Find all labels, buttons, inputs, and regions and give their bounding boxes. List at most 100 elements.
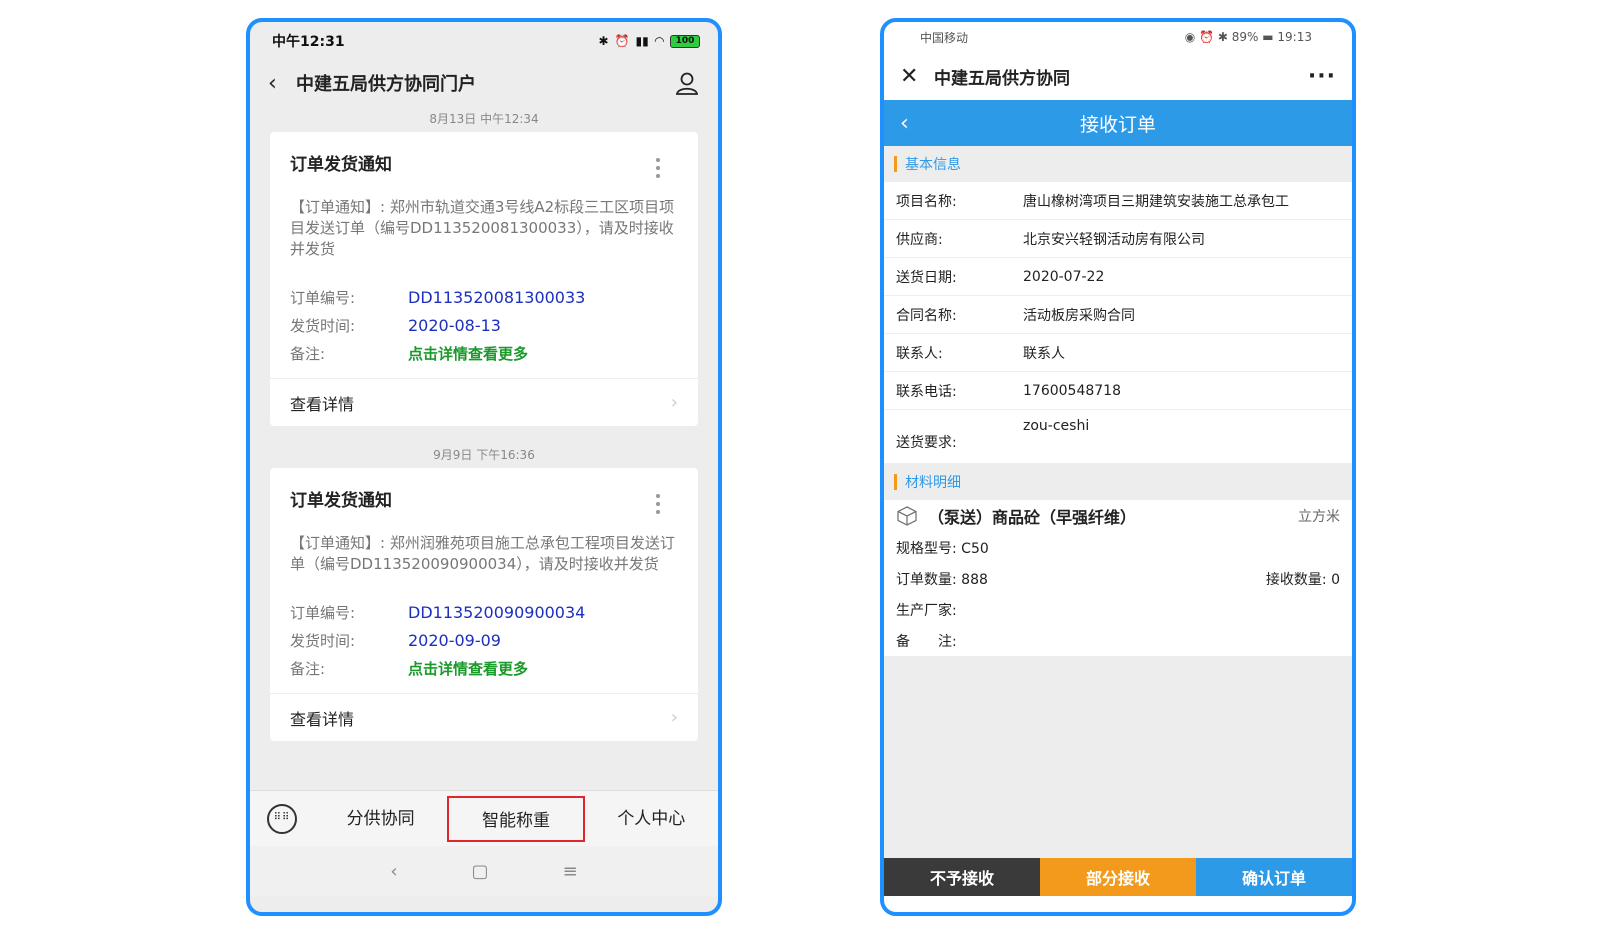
cube-icon [897,506,917,526]
info-row: 项目名称: 唐山橡树湾项目三期建筑安装施工总承包工 [884,182,1352,220]
signal-icon: ▮▮ [635,34,649,48]
view-details-link[interactable]: 查看详情 › [270,693,698,741]
info-label: 供应商: [896,231,943,248]
info-row: 合同名称: 活动板房采购合同 [884,296,1352,334]
menu-item-personal-center[interactable]: 个人中心 [585,796,718,842]
ship-time-label: 发货时间: [290,632,356,650]
card-title: 订单发货通知 [290,155,392,175]
info-label: 合同名称: [896,307,957,324]
eye-icon: ◉ [1184,30,1196,44]
menu-item-supply-collab[interactable]: 分供协同 [314,796,447,842]
keyboard-icon[interactable]: ⠿⠿ [267,803,297,834]
status-time: 19:13 [1277,30,1312,44]
info-value: 活动板房采购合同 [1023,307,1135,324]
info-value: 唐山橡树湾项目三期建筑安装施工总承包工 [1023,193,1289,210]
info-value: 17600548718 [1023,382,1121,399]
sys-back-icon[interactable]: ‹ [390,861,397,882]
order-no-label: 订单编号: [290,289,356,307]
confirm-order-button[interactable]: 确认订单 [1196,858,1352,896]
page-header: ‹ 接收订单 [884,100,1352,146]
bluetooth-icon: ✱ [1217,30,1228,44]
info-value: 2020-07-22 [1023,268,1105,285]
material-name: （泵送）商品砼（早强纤维） [928,508,1137,527]
order-no-value: DD113520090900034 [408,603,586,622]
section-title: 基本信息 [905,157,961,173]
ship-time-value: 2020-08-13 [408,316,501,335]
more-options-icon[interactable] [656,158,660,182]
spec-value: C50 [961,540,989,557]
info-row: 联系人: 联系人 [884,334,1352,372]
carrier-label: 中国移动 [920,30,969,45]
view-details-label: 查看详情 [290,709,355,729]
sys-home-icon[interactable]: ▢ [472,861,489,882]
card-title: 订单发货通知 [290,491,392,511]
menu-item-smart-weighing[interactable]: 智能称重 [447,795,585,842]
info-label: 联系电话: [896,383,957,400]
card-description: 【订单通知】: 郑州润雅苑项目施工总承包工程项目发送订单（编号DD1135200… [290,534,675,573]
right-phone-screen: 中国移动 ◉ ⏰ ✱ 89% ▬ 19:13 ✕ 中建五局供方协同 ··· ‹ … [880,18,1356,916]
order-qty-label: 订单数量: [896,571,957,588]
view-details-label: 查看详情 [290,394,355,414]
recv-qty-label: 接收数量: [1265,571,1327,588]
status-time: 中午12:31 [272,34,345,50]
view-details-link[interactable]: 查看详情 › [270,378,698,426]
order-no-label: 订单编号: [290,604,356,622]
back-arrow-icon[interactable]: ‹ [268,71,296,96]
order-no-value: DD113520081300033 [408,288,586,307]
section-title: 材料明细 [905,475,961,491]
remark-value: 点击详情查看更多 [408,345,529,363]
remark-label: 备 注: [896,633,957,650]
reject-button[interactable]: 不予接收 [884,858,1040,896]
info-row: 联系电话: 17600548718 [884,372,1352,410]
nav-bar: ✕ 中建五局供方协同 ··· [884,52,1352,100]
action-bar: 不予接收 部分接收 确认订单 [884,858,1352,896]
recv-qty-value[interactable]: 0 [1331,572,1340,588]
chevron-right-icon: › [670,707,678,728]
alarm-icon: ⏰ [614,34,630,48]
material-item: （泵送）商品砼（早强纤维） 立方米 [884,500,1352,532]
info-value: 北京安兴轻钢活动房有限公司 [1023,231,1205,248]
maker-label: 生产厂家: [896,602,957,619]
partial-accept-button[interactable]: 部分接收 [1040,858,1196,896]
left-phone-screen: 中午12:31 ✱ ⏰ ▮▮ ◠ 100 ‹ 中建五局供方协同门户 8月13日 … [246,18,722,916]
battery-percent: 89% [1231,30,1259,44]
spec-label: 规格型号: [896,540,957,557]
info-row: 供应商: 北京安兴轻钢活动房有限公司 [884,220,1352,258]
page-title: 中建五局供方协同门户 [296,74,476,95]
battery-icon: 100 [670,34,700,48]
wifi-icon: ◠ [654,34,664,48]
section-material-detail: 材料明细 [884,464,1352,500]
info-label: 联系人: [896,345,943,362]
nav-bar: ‹ 中建五局供方协同门户 [250,60,718,106]
order-qty-value: 888 [961,571,988,588]
remark-value: 点击详情查看更多 [408,660,529,678]
message-timestamp: 8月13日 中午12:34 [429,112,539,126]
battery-icon: ▬ [1262,30,1274,44]
material-unit: 立方米 [1298,509,1340,525]
ship-time-value: 2020-09-09 [408,631,501,650]
sys-menu-icon[interactable]: ≡ [563,861,578,882]
delivery-requirement-field[interactable]: zou-ceshi [1023,418,1089,434]
back-arrow-icon[interactable]: ‹ [900,111,909,136]
page-title: 接收订单 [1079,113,1156,136]
message-card: 订单发货通知 【订单通知】: 郑州润雅苑项目施工总承包工程项目发送订单（编号DD… [270,468,698,741]
remark-label: 备注: [290,660,326,678]
message-timestamp: 9月9日 下午16:36 [433,448,535,462]
more-options-icon[interactable] [656,494,660,518]
bluetooth-icon: ✱ [598,34,609,48]
chevron-right-icon: › [670,392,678,413]
remark-label: 备注: [290,345,326,363]
app-title: 中建五局供方协同 [934,68,1070,89]
status-bar: 中午12:31 ✱ ⏰ ▮▮ ◠ 100 [250,22,718,60]
user-profile-icon[interactable] [674,70,700,96]
card-description: 【订单通知】: 郑州市轨道交通3号线A2标段三工区项目项目发送订单（编号DD11… [290,198,675,258]
info-label: 项目名称: [896,193,957,210]
more-options-icon[interactable]: ··· [1308,64,1336,89]
message-card: 订单发货通知 【订单通知】: 郑州市轨道交通3号线A2标段三工区项目项目发送订单… [270,132,698,426]
info-label: 送货要求: [896,435,957,451]
section-basic-info: 基本信息 [884,146,1352,182]
info-label: 送货日期: [896,269,957,286]
info-row: 送货要求: zou-ceshi [884,410,1352,464]
close-icon[interactable]: ✕ [900,64,934,89]
alarm-icon: ⏰ [1199,30,1215,44]
